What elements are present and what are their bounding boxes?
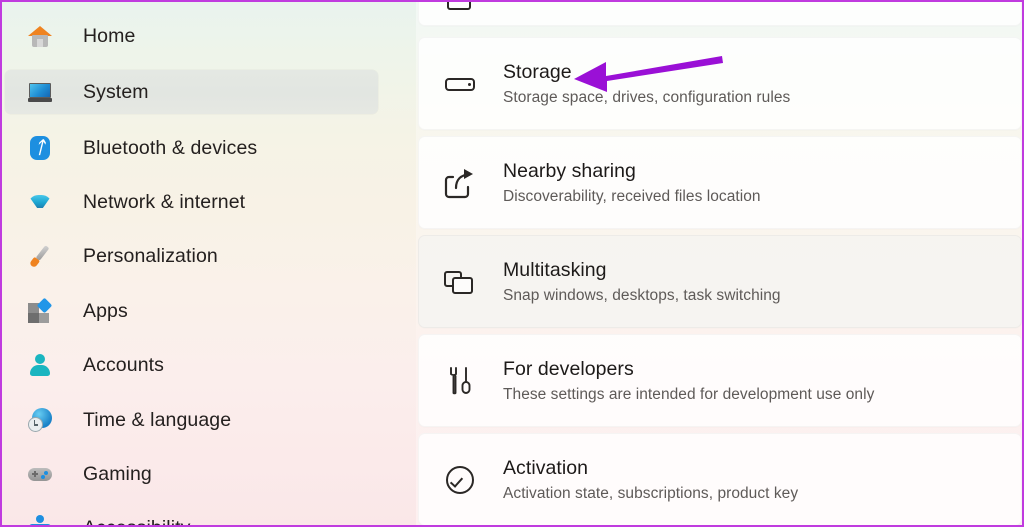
sidebar-item-accessibility[interactable]: Accessibility — [5, 506, 378, 525]
card-text-block: Nearby sharing Discoverability, received… — [503, 159, 761, 206]
card-title: Storage — [503, 61, 572, 84]
card-title: For developers — [503, 358, 634, 381]
sidebar-item-label: Personalization — [83, 244, 218, 267]
sidebar-item-label: Bluetooth & devices — [83, 136, 258, 159]
sidebar-item-accounts[interactable]: Accounts — [5, 343, 378, 387]
check-circle-icon — [443, 463, 477, 497]
settings-card-nearby-sharing[interactable]: Nearby sharing Discoverability, received… — [418, 136, 1022, 229]
power-battery-icon — [443, 2, 477, 10]
share-icon-svg — [444, 168, 473, 198]
sidebar-item-label: Accounts — [83, 353, 165, 376]
sidebar-item-label: Gaming — [83, 462, 152, 485]
settings-sidebar: Home System ᛏ Bluetooth & devices Networ… — [2, 2, 416, 525]
card-text-block: Storage Storage space, drives, configura… — [503, 60, 790, 107]
card-title: Multitasking — [503, 259, 607, 282]
sidebar-item-gaming[interactable]: Gaming — [5, 452, 378, 496]
card-title: Activation — [503, 457, 589, 480]
card-subtitle: Activation state, subscriptions, product… — [503, 484, 799, 502]
bluetooth-icon: ᛏ — [27, 135, 53, 161]
card-subtitle: Snap windows, desktops, task switching — [503, 286, 781, 304]
account-icon — [27, 352, 53, 378]
settings-card-for-developers[interactable]: For developers These settings are intend… — [418, 334, 1022, 427]
multitasking-icon — [443, 265, 477, 299]
accessibility-icon — [27, 515, 53, 525]
settings-card-storage[interactable]: Storage Storage space, drives, configura… — [418, 37, 1022, 130]
settings-content-panel: Screen and sleep, power mode Storage Sto… — [416, 2, 1022, 525]
gamepad-icon — [27, 461, 53, 487]
share-icon — [443, 166, 477, 200]
sidebar-item-home[interactable]: Home — [5, 14, 378, 58]
sidebar-item-apps[interactable]: Apps — [5, 289, 378, 333]
sidebar-item-label: System — [83, 80, 149, 103]
sidebar-item-network-internet[interactable]: Network & internet — [5, 180, 378, 224]
tools-icon-svg — [450, 366, 471, 394]
sidebar-item-system[interactable]: System — [5, 70, 378, 114]
sidebar-item-label: Network & internet — [83, 190, 246, 213]
paintbrush-icon — [27, 243, 53, 269]
system-icon — [27, 79, 53, 105]
sidebar-item-label: Time & language — [83, 408, 232, 431]
card-subtitle: Discoverability, received files location — [503, 187, 761, 205]
settings-card-power-battery[interactable]: Screen and sleep, power mode — [418, 2, 1022, 26]
sidebar-item-label: Home — [83, 24, 136, 47]
card-subtitle: Storage space, drives, configuration rul… — [503, 88, 791, 106]
wifi-icon — [27, 189, 53, 215]
card-subtitle: These settings are intended for developm… — [503, 385, 875, 403]
card-text-block: Activation Activation state, subscriptio… — [503, 456, 798, 503]
sidebar-item-bluetooth-devices[interactable]: ᛏ Bluetooth & devices — [5, 126, 378, 170]
settings-card-activation[interactable]: Activation Activation state, subscriptio… — [418, 433, 1022, 525]
settings-card-multitasking[interactable]: Multitasking Snap windows, desktops, tas… — [418, 235, 1022, 328]
clock-globe-icon — [27, 407, 53, 433]
apps-icon — [27, 297, 53, 324]
settings-window: Home System ᛏ Bluetooth & devices Networ… — [0, 0, 1024, 527]
tools-icon — [443, 364, 477, 398]
card-text-block: Multitasking Snap windows, desktops, tas… — [503, 258, 781, 305]
card-title: Nearby sharing — [503, 160, 636, 183]
card-text-block: For developers These settings are intend… — [503, 357, 874, 404]
home-icon — [27, 23, 53, 49]
sidebar-item-label: Accessibility — [83, 517, 191, 526]
hard-drive-icon — [443, 67, 477, 101]
sidebar-item-label: Apps — [83, 299, 128, 322]
sidebar-item-time-language[interactable]: Time & language — [5, 398, 378, 442]
sidebar-item-personalization[interactable]: Personalization — [5, 234, 378, 278]
